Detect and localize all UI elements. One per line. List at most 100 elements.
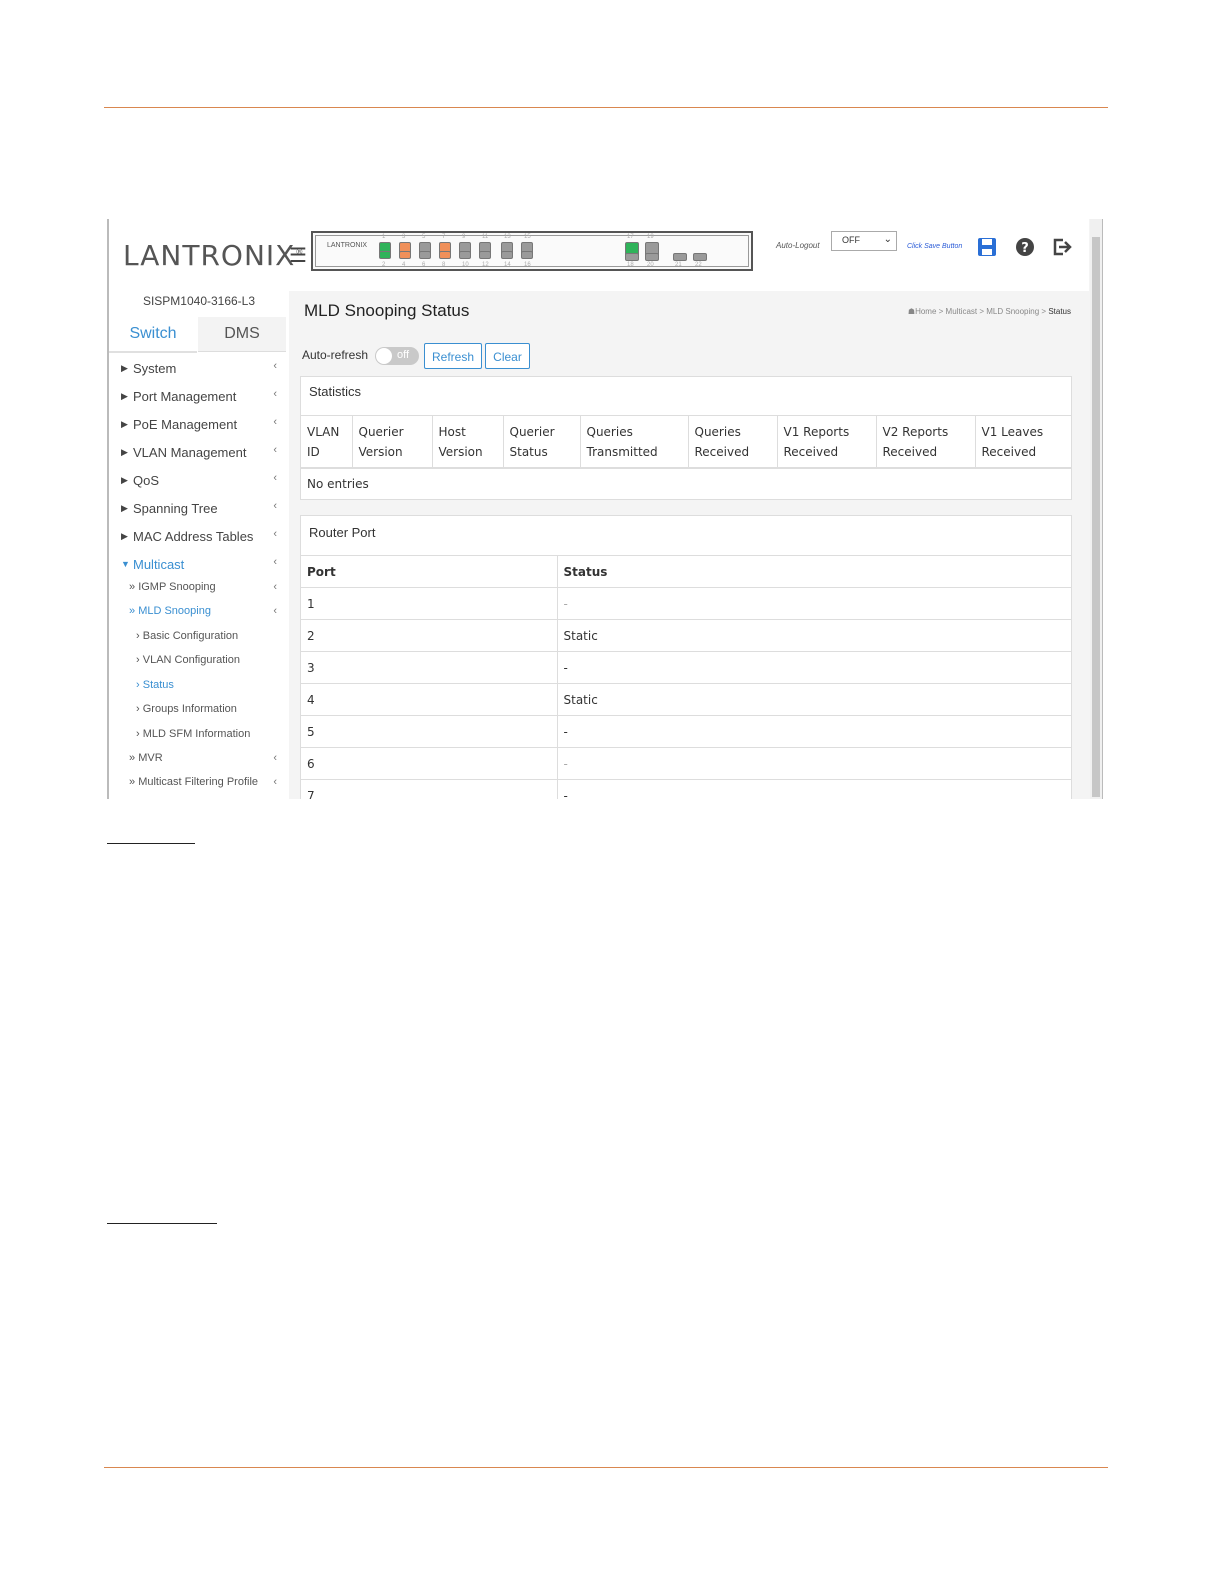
port-label: 18 bbox=[627, 262, 634, 268]
port-label: 16 bbox=[524, 262, 531, 268]
sidebar-subitem-label: VLAN Configuration bbox=[142, 654, 240, 666]
port-6[interactable] bbox=[419, 251, 431, 259]
sidebar-subitem-mld-sfm-information[interactable]: › MLD SFM Information bbox=[136, 728, 285, 748]
col-querier-version-line2: Version bbox=[358, 445, 403, 459]
col-queries-transmitted: Queries Transmitted bbox=[580, 415, 689, 469]
footer-rule bbox=[104, 1467, 1108, 1468]
col-v1-reports-received-line1: V1 Reports bbox=[783, 425, 850, 439]
port-cell: 2 bbox=[301, 619, 558, 652]
sidebar-item-poe-management[interactable]: ▶ PoE Management ‹ bbox=[109, 415, 285, 439]
sidebar-subitem-status[interactable]: › Status bbox=[136, 679, 285, 699]
table-row: 1- bbox=[301, 587, 1071, 620]
sidebar-subitem-label: MLD SFM Information bbox=[142, 728, 251, 740]
port-label: 4 bbox=[402, 262, 406, 268]
panel-logo: LANTRONIX bbox=[327, 242, 368, 249]
sidebar-subitem-igmp-snooping[interactable]: » IGMP Snooping ‹ bbox=[129, 581, 285, 601]
port-16[interactable] bbox=[521, 251, 533, 259]
sidebar-item-label: QoS bbox=[133, 473, 160, 488]
port-label: 14 bbox=[504, 262, 511, 268]
sidebar-item-label: System bbox=[133, 361, 177, 376]
statistics-heading: Statistics bbox=[309, 384, 362, 399]
home-icon: ☗ bbox=[907, 307, 916, 316]
sidebar-item-mac-address-tables[interactable]: ▶ MAC Address Tables ‹ bbox=[109, 527, 285, 551]
sidebar-subitem-multicast-filtering-profile[interactable]: » Multicast Filtering Profile ‹ bbox=[129, 776, 285, 796]
toggle-knob bbox=[376, 348, 392, 364]
port-2[interactable] bbox=[379, 251, 391, 259]
sfp-port-20[interactable] bbox=[645, 253, 659, 261]
col-status: Status bbox=[557, 555, 1071, 588]
sidebar-subitem-mld-snooping[interactable]: » MLD Snooping ‹ bbox=[129, 605, 285, 625]
chevron-left-icon: ‹ bbox=[273, 528, 277, 540]
status-cell: - bbox=[557, 651, 1071, 684]
refresh-button[interactable]: Refresh bbox=[424, 343, 482, 369]
col-v1-reports-received-line2: Received bbox=[783, 445, 839, 459]
sidebar-subitem-groups-information[interactable]: › Groups Information bbox=[136, 703, 285, 723]
port-label: 19 bbox=[647, 234, 654, 240]
table-row: 7- bbox=[301, 779, 1071, 799]
sidebar-item-vlan-management[interactable]: ▶ VLAN Management ‹ bbox=[109, 443, 285, 467]
logout-icon[interactable] bbox=[1051, 237, 1073, 262]
section-underline bbox=[107, 843, 195, 844]
breadcrumb-multicast[interactable]: Multicast bbox=[946, 307, 978, 316]
port-cell: 1 bbox=[301, 587, 558, 620]
auto-refresh-toggle[interactable]: off bbox=[375, 347, 419, 365]
vertical-scrollbar[interactable] bbox=[1090, 219, 1102, 799]
chevron-left-icon: ‹ bbox=[273, 472, 277, 484]
chevron-left-icon: ‹ bbox=[273, 360, 277, 372]
port-label: 11 bbox=[482, 234, 489, 240]
caret-right-icon: ▶ bbox=[121, 475, 128, 485]
port-cell: 5 bbox=[301, 715, 558, 748]
port-cell: 3 bbox=[301, 651, 558, 684]
click-save-label: Click Save Button bbox=[907, 243, 963, 250]
chevron-left-icon: ‹ bbox=[273, 776, 277, 788]
chevron-right-icon: › bbox=[136, 630, 143, 642]
port-label: 22 bbox=[695, 262, 702, 268]
chevron-left-icon: ‹ bbox=[273, 416, 277, 428]
caret-right-icon: ▶ bbox=[121, 419, 128, 429]
sidebar-item-spanning-tree[interactable]: ▶ Spanning Tree ‹ bbox=[109, 499, 285, 523]
status-cell: Static bbox=[557, 619, 1071, 652]
col-host-version: Host Version bbox=[432, 415, 504, 469]
sidebar-item-multicast[interactable]: ▼ Multicast ‹ bbox=[109, 555, 285, 579]
tab-dms[interactable]: DMS bbox=[198, 317, 286, 352]
sidebar-subitem-basic-configuration[interactable]: › Basic Configuration bbox=[136, 630, 285, 650]
chevron-right-icon: › bbox=[136, 679, 143, 691]
breadcrumb-mld-snooping[interactable]: MLD Snooping bbox=[986, 307, 1039, 316]
logo-text: LANTRONIX bbox=[123, 239, 296, 272]
sidebar-subitem-label: MLD Snooping bbox=[138, 605, 211, 617]
lantronix-logo: LANTRONIX® bbox=[123, 239, 304, 272]
sidebar-subitem-label: Multicast Filtering Profile bbox=[138, 776, 259, 788]
port-4[interactable] bbox=[399, 251, 411, 259]
sidebar: SISPM1040-3166-L3 Switch DMS ▶ System ‹ ▶ P… bbox=[109, 291, 289, 799]
sidebar-item-port-management[interactable]: ▶ Port Management ‹ bbox=[109, 387, 285, 411]
save-icon[interactable] bbox=[977, 237, 997, 262]
auto-logout-select[interactable]: OFF ⌄ bbox=[831, 231, 897, 251]
sfp-port-18[interactable] bbox=[625, 253, 639, 261]
col-queries-received-line2: Received bbox=[694, 445, 750, 459]
help-icon[interactable]: ? bbox=[1015, 237, 1035, 262]
clear-button[interactable]: Clear bbox=[485, 343, 530, 369]
sidebar-subitem-mvr[interactable]: » MVR ‹ bbox=[129, 752, 285, 772]
chevron-left-icon: ‹ bbox=[273, 556, 277, 568]
col-v1-reports-received: V1 Reports Received bbox=[777, 415, 877, 469]
col-vlan-id-line1: VLAN bbox=[307, 425, 340, 439]
port-10[interactable] bbox=[459, 251, 471, 259]
tab-switch[interactable]: Switch bbox=[109, 317, 197, 353]
breadcrumb-home[interactable]: Home bbox=[915, 307, 936, 316]
table-row: 3- bbox=[301, 651, 1071, 684]
port-12[interactable] bbox=[479, 251, 491, 259]
page-title: MLD Snooping Status bbox=[304, 301, 470, 320]
port-14[interactable] bbox=[501, 251, 513, 259]
col-querier-status: Querier Status bbox=[503, 415, 581, 469]
port-cell: 7 bbox=[301, 779, 558, 799]
sfp-port-22[interactable] bbox=[693, 253, 707, 261]
menu-icon[interactable]: ☰ bbox=[289, 243, 307, 268]
scrollbar-thumb[interactable] bbox=[1092, 237, 1100, 797]
chevron-left-icon: ‹ bbox=[273, 752, 277, 764]
sfp-port-21[interactable] bbox=[673, 253, 687, 261]
sidebar-item-qos[interactable]: ▶ QoS ‹ bbox=[109, 471, 285, 495]
sidebar-subitem-vlan-configuration[interactable]: › VLAN Configuration bbox=[136, 654, 285, 674]
port-8[interactable] bbox=[439, 251, 451, 259]
col-host-version-line2: Version bbox=[438, 445, 483, 459]
sidebar-item-system[interactable]: ▶ System ‹ bbox=[109, 359, 285, 383]
